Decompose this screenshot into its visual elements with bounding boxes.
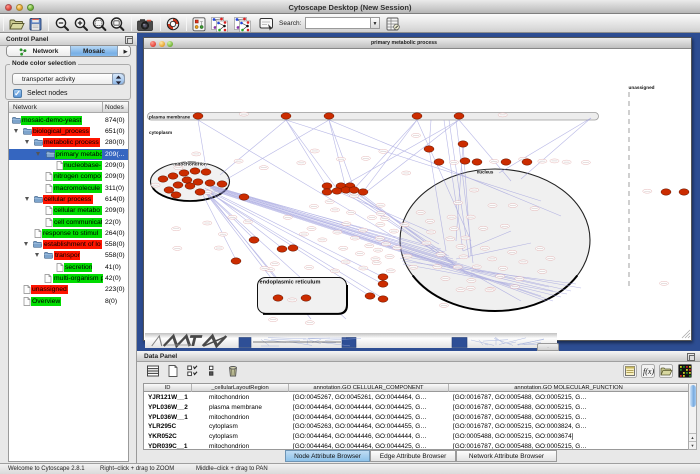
- svg-text:unassigned: unassigned: [629, 85, 655, 90]
- svg-text:nucleus: nucleus: [477, 170, 494, 175]
- svg-text:plasma membrane: plasma membrane: [149, 114, 191, 119]
- svg-text:cytoplasm: cytoplasm: [149, 130, 172, 135]
- svg-text:endoplasmic reticulum: endoplasmic reticulum: [260, 280, 321, 286]
- svg-text:f(x): f(x): [643, 367, 654, 376]
